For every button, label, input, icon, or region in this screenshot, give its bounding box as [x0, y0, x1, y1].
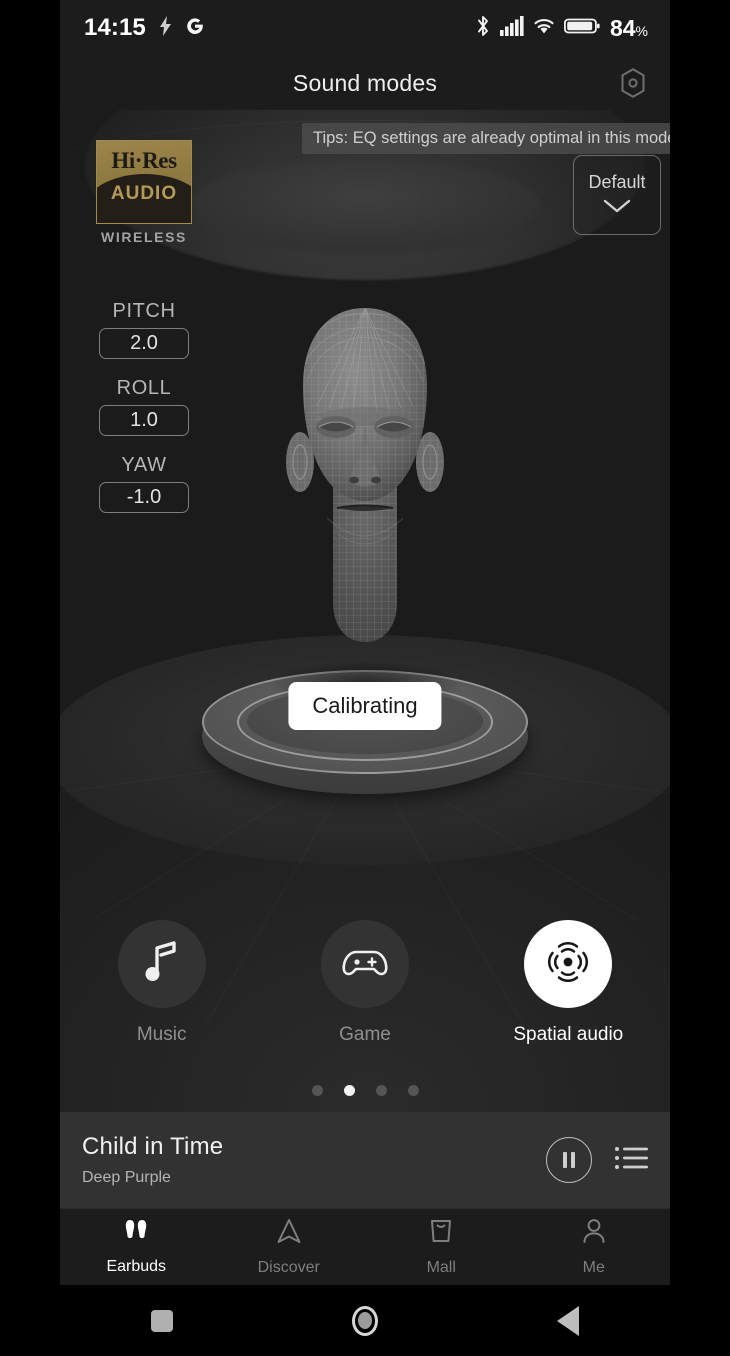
pause-circle-icon[interactable]: [546, 1137, 592, 1183]
pause-bar-left: [563, 1152, 567, 1168]
page-dot-2[interactable]: [343, 1085, 355, 1096]
calibrating-button[interactable]: Calibrating: [288, 682, 442, 730]
nav-label-earbuds: Earbuds: [106, 1258, 167, 1275]
status-bar-left: 14:15: [84, 14, 205, 42]
hexagon-settings-icon[interactable]: [616, 66, 650, 100]
mini-player: Child in Time Deep Purple: [60, 1112, 670, 1208]
battery-percent-value: 84: [609, 14, 636, 41]
back-triangle-icon: [557, 1305, 580, 1336]
yaw-label: YAW: [121, 454, 167, 476]
chevron-down-icon: [602, 198, 632, 219]
earbuds-icon: [121, 1218, 151, 1249]
status-clock: 14:15: [84, 14, 146, 41]
bezel-right: [670, 0, 730, 1356]
spatial-audio-icon: [544, 938, 592, 991]
bezel-left: [0, 0, 60, 1356]
flash-icon: [159, 15, 172, 41]
nav-item-me[interactable]: Me: [518, 1209, 671, 1285]
sound-mode-spatial-audio[interactable]: Spatial audio: [467, 920, 670, 1046]
roll-label: ROLL: [116, 377, 172, 399]
player-controls: [546, 1137, 648, 1183]
nav-item-earbuds[interactable]: Earbuds: [60, 1209, 213, 1285]
page-dot-3[interactable]: [375, 1085, 387, 1096]
page-dot-1[interactable]: [311, 1085, 323, 1096]
bluetooth-icon: [474, 15, 492, 42]
music-mode-circle: [117, 920, 206, 1008]
app-screen: 14:15 84% Sound modes Hi·Res AUDIO WIREL…: [60, 0, 670, 1285]
nav-item-discover[interactable]: Discover: [213, 1209, 366, 1285]
eq-preset-dropdown[interactable]: Default: [573, 155, 661, 235]
google-icon: [185, 16, 205, 41]
pitch-value: 2.0: [99, 328, 189, 359]
game-mode-label: Game: [339, 1024, 391, 1045]
head-orientation-readouts: PITCH 2.0 ROLL 1.0 YAW -1.0: [82, 300, 206, 531]
phone-screenshot: 14:15 84% Sound modes Hi·Res AUDIO WIREL…: [0, 0, 730, 1356]
spatial-mode-circle: [524, 920, 613, 1008]
head-model-svg: [286, 308, 444, 642]
battery-percent: 84%: [610, 15, 648, 42]
nav-label-mall: Mall: [426, 1259, 456, 1276]
battery-percent-unit: %: [635, 22, 648, 39]
page-indicator: [60, 1085, 670, 1096]
sound-mode-game[interactable]: Game: [263, 920, 466, 1046]
nav-item-mall[interactable]: Mall: [365, 1209, 518, 1285]
track-title: Child in Time: [82, 1133, 224, 1160]
compass-icon: [275, 1217, 303, 1250]
yaw-value: -1.0: [99, 482, 189, 513]
playlist-icon[interactable]: [614, 1144, 648, 1177]
track-artist: Deep Purple: [82, 1169, 171, 1186]
back-button[interactable]: [467, 1305, 670, 1336]
shopping-bag-icon: [428, 1217, 454, 1250]
player-track-info: Child in Time Deep Purple: [82, 1133, 546, 1187]
recents-square-icon: [150, 1309, 173, 1332]
hires-audio-badge: Hi·Res AUDIO WIRELESS: [96, 140, 192, 245]
app-header: Sound modes: [60, 56, 670, 110]
music-mode-label: Music: [136, 1024, 187, 1045]
wifi-icon: [532, 16, 556, 41]
pitch-label: PITCH: [112, 300, 176, 322]
nav-label-me: Me: [582, 1259, 605, 1276]
tips-banner: Tips: EQ settings are already optimal in…: [302, 123, 670, 154]
cellular-signal-icon: [499, 15, 524, 41]
home-button[interactable]: [263, 1305, 466, 1336]
person-icon: [581, 1217, 607, 1250]
hires-label-line3: WIRELESS: [101, 229, 187, 245]
hires-label-line1: Hi·Res: [111, 148, 177, 173]
spatial-mode-label: Spatial audio: [513, 1024, 624, 1045]
spatial-audio-stage: Hi·Res AUDIO WIRELESS Tips: EQ settings …: [60, 110, 670, 1112]
hires-label-line2: AUDIO: [110, 183, 178, 204]
3d-wireframe-head[interactable]: [255, 286, 475, 709]
page-dot-4[interactable]: [407, 1085, 419, 1096]
pause-bar-right: [571, 1152, 575, 1168]
status-bar: 14:15 84%: [60, 0, 670, 56]
hires-audio-box: Hi·Res AUDIO: [96, 140, 192, 224]
game-mode-circle: [320, 920, 409, 1008]
android-system-navigation: [60, 1285, 670, 1356]
nav-label-discover: Discover: [257, 1259, 320, 1276]
status-bar-right: 84%: [474, 15, 648, 42]
eq-preset-label: Default: [588, 171, 646, 192]
sound-mode-list: Music Game Spatial audio: [60, 920, 670, 1046]
battery-icon: [563, 16, 600, 41]
sound-mode-music[interactable]: Music: [60, 920, 263, 1046]
recents-button[interactable]: [60, 1309, 263, 1332]
bottom-navigation: Earbuds Discover Mall Me: [60, 1208, 670, 1285]
home-circle-icon: [351, 1305, 378, 1336]
roll-value: 1.0: [99, 405, 189, 436]
page-title: Sound modes: [292, 69, 438, 96]
gamepad-icon: [341, 945, 389, 984]
music-note-icon: [143, 940, 181, 989]
